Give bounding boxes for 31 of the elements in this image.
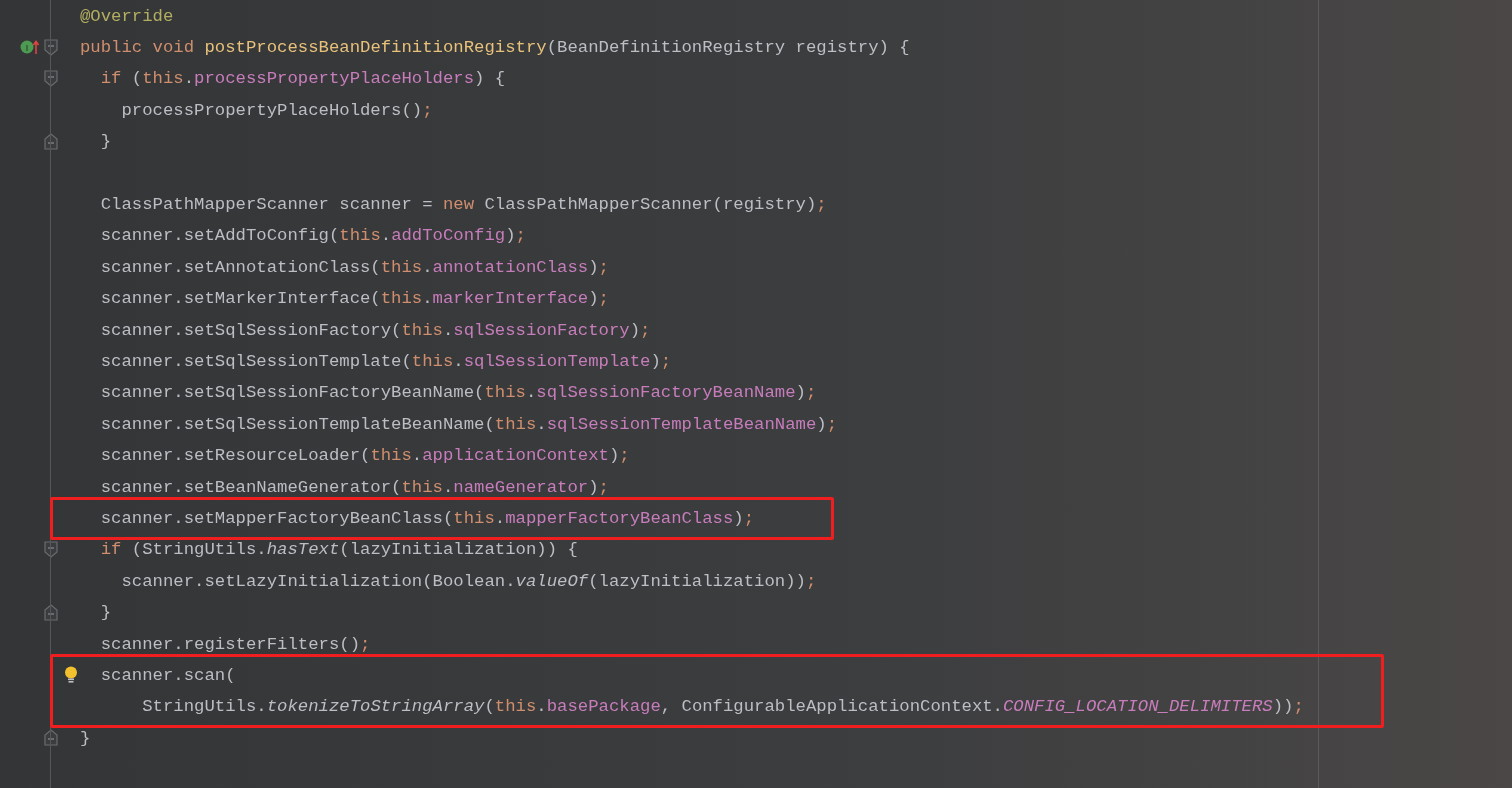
fold-icon[interactable] [44, 603, 58, 621]
code-line: scanner.registerFilters(); [99, 634, 371, 654]
code-line: if (this.processPropertyPlaceHolders) { [99, 69, 506, 89]
code-line: scanner.setMarkerInterface(this.markerInterface); [99, 289, 609, 309]
code-line: scanner.setAddToConfig(this.addToConfig); [99, 226, 526, 246]
code-line: if (StringUtils.hasText(lazyInitialization)) { [99, 540, 578, 560]
code-line: scanner.setLazyInitialization(Boolean.valueOf(lazyInitialization)); [120, 571, 817, 591]
code-line: } [99, 132, 112, 152]
code-line: processPropertyPlaceHolders(); [120, 100, 433, 120]
fold-icon[interactable] [44, 69, 58, 87]
code-line: scanner.setSqlSessionFactory(this.sqlSessionFactory); [99, 320, 651, 340]
code-line: public void postProcessBeanDefinitionRegistry(BeanDefinitionRegistry registry) { [80, 38, 910, 58]
code-editor[interactable] [0, 0, 1512, 788]
code-line: } [80, 728, 91, 748]
code-line: scanner.setBeanNameGenerator(this.nameGenerator); [99, 477, 609, 497]
fold-icon[interactable] [44, 132, 58, 150]
fold-icon[interactable] [44, 729, 58, 747]
code-line: scanner.setAnnotationClass(this.annotationClass); [99, 257, 609, 277]
code-line: scanner.setMapperFactoryBeanClass(this.mapperFactoryBeanClass); [99, 508, 755, 528]
lightbulb-icon[interactable] [64, 665, 78, 684]
fold-icon[interactable] [44, 540, 58, 558]
code-line: @Override [80, 6, 174, 26]
code-line: scanner.scan( [99, 665, 236, 685]
fold-icon[interactable] [44, 38, 58, 56]
code-line: scanner.setSqlSessionTemplate(this.sqlSessionTemplate); [99, 352, 672, 371]
code-line: StringUtils.tokenizeToStringArray(this.basePackage, ConfigurableApplicationContext.CONFIG_LOCATION_DELIMITERS)); [141, 697, 1304, 717]
code-line: scanner.setSqlSessionFactoryBeanName(this.sqlSessionFactoryBeanName); [99, 383, 817, 403]
code-line: scanner.setSqlSessionTemplateBeanName(this.sqlSessionTemplateBeanName); [99, 414, 838, 434]
code-line: } [99, 603, 112, 623]
code-line: ClassPathMapperScanner scanner = new ClassPathMapperScanner(registry); [99, 195, 827, 215]
code-line: scanner.setResourceLoader(this.applicationContext); [99, 446, 630, 466]
